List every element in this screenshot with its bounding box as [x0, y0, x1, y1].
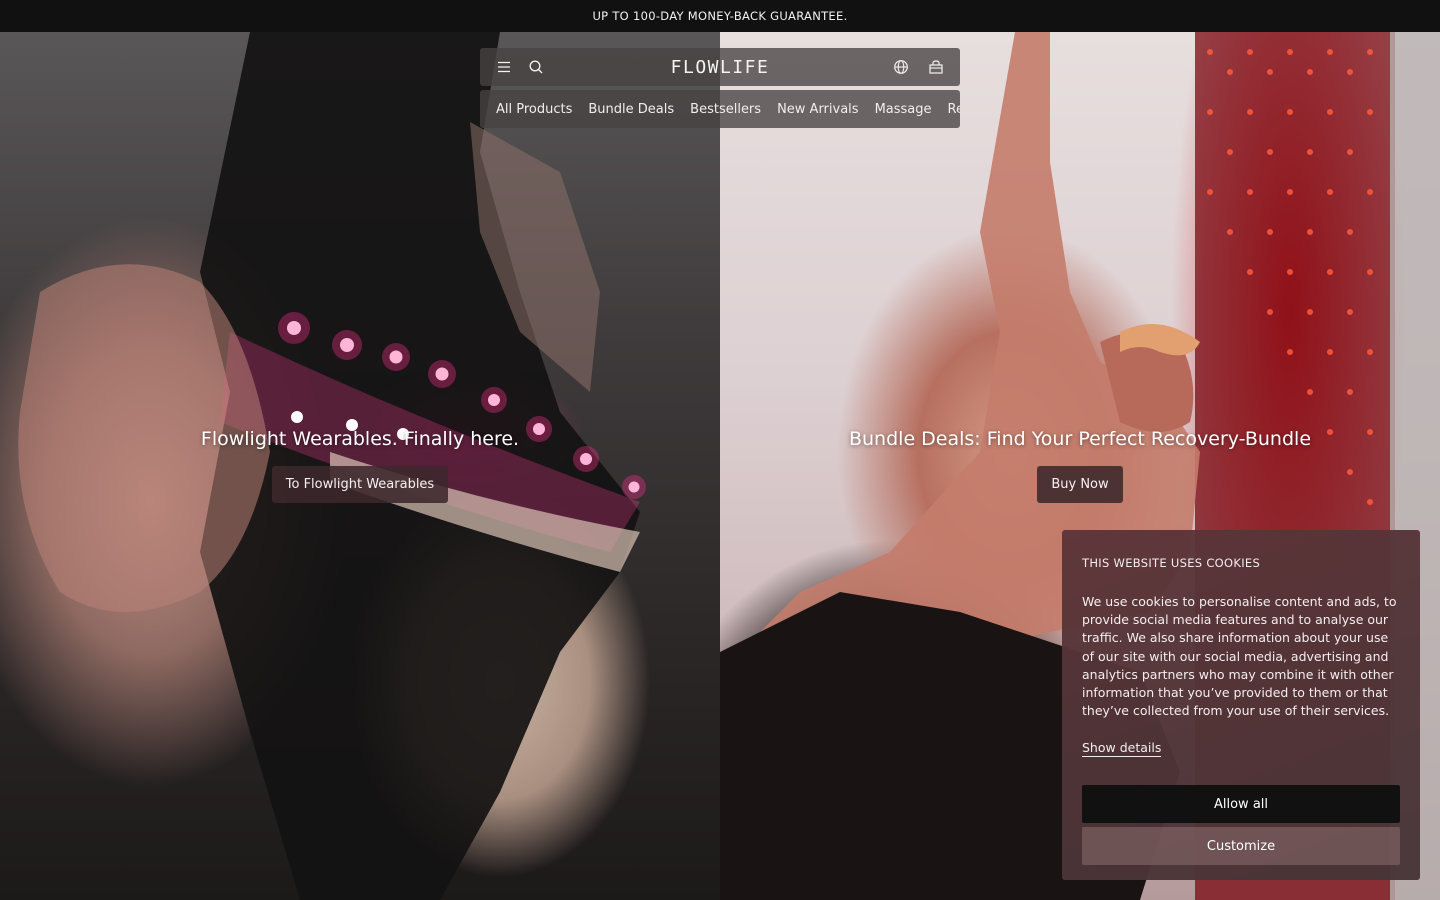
hero-right-content: Bundle Deals: Find Your Perfect Recovery… [720, 428, 1440, 503]
nav-new-arrivals[interactable]: New Arrivals [777, 102, 859, 117]
menu-icon[interactable] [496, 59, 512, 75]
hero-left-title: Flowlight Wearables. Finally here. [200, 428, 520, 450]
globe-icon[interactable] [893, 59, 909, 75]
buy-now-button[interactable]: Buy Now [1037, 466, 1123, 503]
flowlife-logo[interactable]: FLOWLIFE [480, 57, 960, 78]
customize-button[interactable]: Customize [1082, 827, 1400, 866]
announcement-bar: UP TO 100-DAY MONEY-BACK GUARANTEE. [0, 0, 1440, 32]
search-icon[interactable] [528, 59, 544, 75]
hero-left-content: Flowlight Wearables. Finally here. To Fl… [0, 428, 720, 503]
hero-left[interactable]: Flowlight Wearables. Finally here. To Fl… [0, 32, 720, 900]
announcement-text: UP TO 100-DAY MONEY-BACK GUARANTEE. [592, 9, 848, 23]
allow-all-button[interactable]: Allow all [1082, 785, 1400, 824]
nav-massage[interactable]: Massage [875, 102, 932, 117]
cookie-text: We use cookies to personalise content an… [1082, 594, 1397, 719]
nav-all-products[interactable]: All Products [496, 102, 572, 117]
nav-red[interactable]: Red [948, 102, 960, 117]
nav-bestsellers[interactable]: Bestsellers [690, 102, 761, 117]
category-nav: All Products Bundle Deals Bestsellers Ne… [480, 90, 960, 128]
site-header: FLOWLIFE [480, 48, 960, 86]
flowlight-wearables-button[interactable]: To Flowlight Wearables [271, 466, 449, 503]
show-details-link[interactable]: Show details [1082, 740, 1162, 758]
cookie-banner: THIS WEBSITE USES COOKIES We use cookies… [1062, 530, 1420, 880]
cookie-title: THIS WEBSITE USES COOKIES [1082, 556, 1261, 570]
hero-right-title: Bundle Deals: Find Your Perfect Recovery… [848, 428, 1312, 450]
cart-icon[interactable] [928, 59, 944, 75]
nav-bundle-deals[interactable]: Bundle Deals [588, 102, 674, 117]
